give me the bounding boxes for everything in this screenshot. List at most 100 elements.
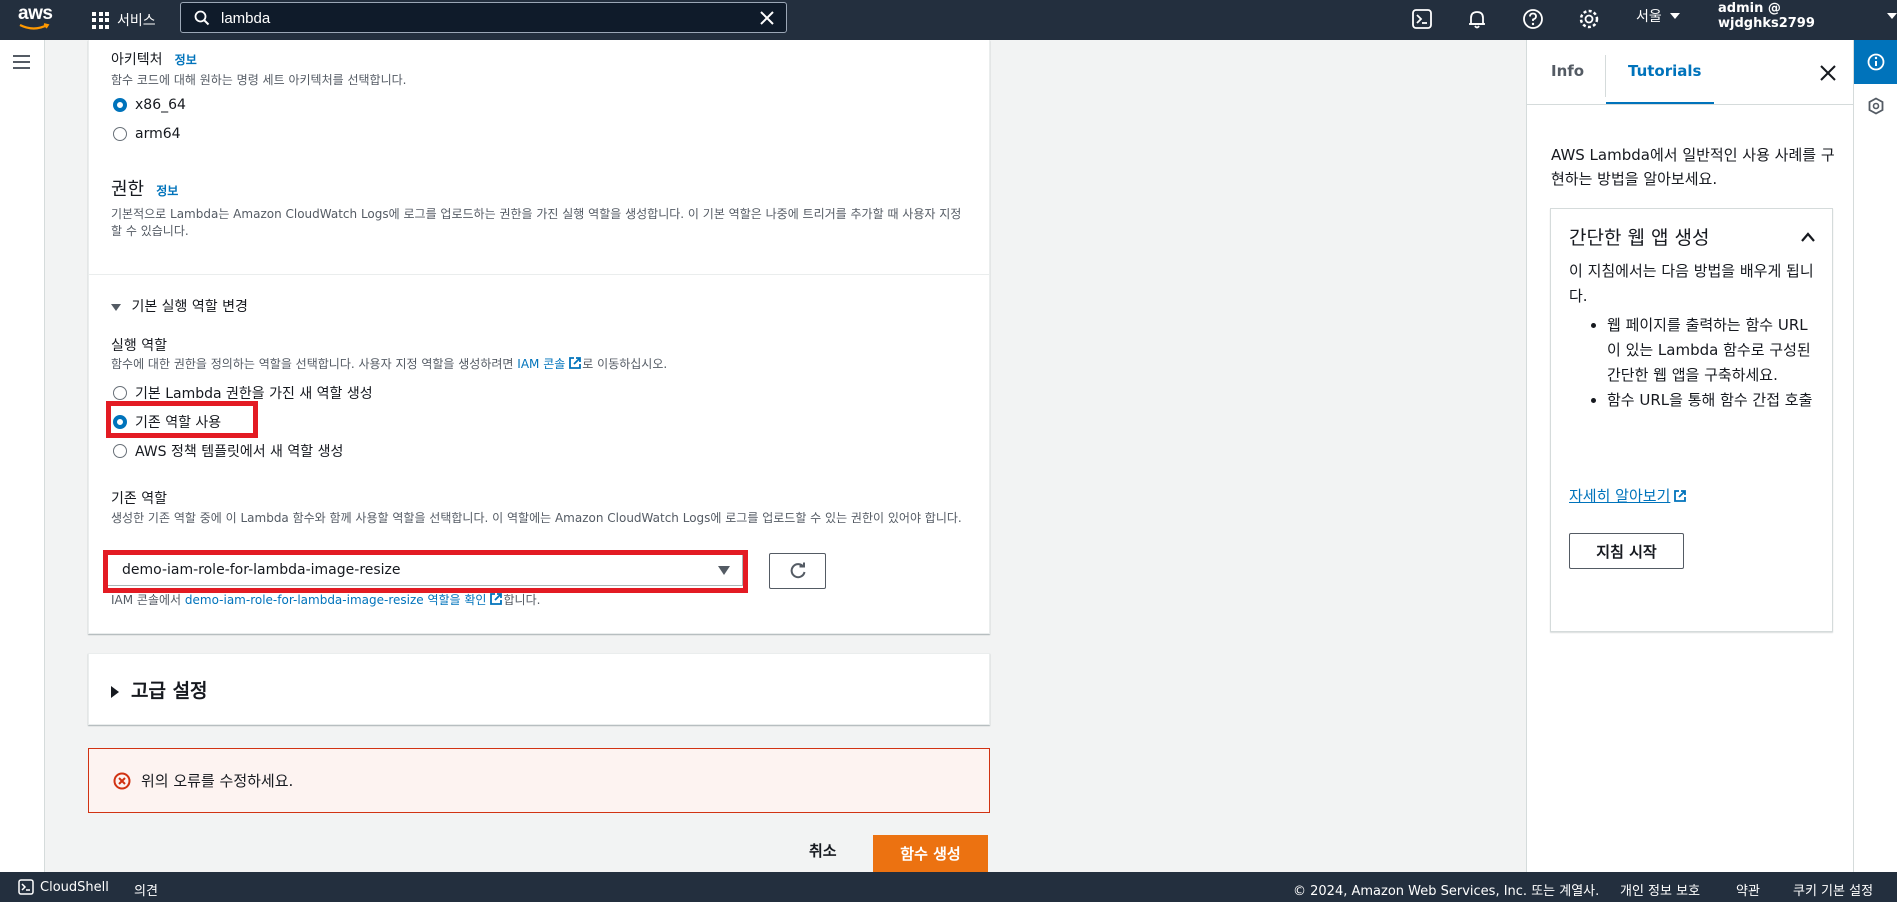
radio-button[interactable]	[113, 444, 127, 458]
search-input[interactable]	[221, 6, 741, 30]
existing-role-hint: IAM 콘솔에서 demo-iam-role-for-lambda-image-…	[111, 592, 540, 609]
architecture-label: 아키텍처	[111, 52, 163, 68]
close-icon[interactable]	[1819, 64, 1837, 82]
help-icon[interactable]	[1522, 8, 1544, 30]
bell-icon[interactable]	[1466, 8, 1488, 30]
architecture-desc: 함수 코드에 대해 원하는 명령 세트 아키텍처를 선택합니다.	[111, 73, 407, 87]
tutorial-bullets: 웹 페이지를 출력하는 함수 URL이 있는 Lambda 함수로 구성된 간단…	[1607, 313, 1819, 413]
caret-right-icon	[111, 685, 119, 698]
search-icon	[194, 10, 210, 26]
caret-down-icon	[111, 303, 121, 311]
create-function-button[interactable]: 함수 생성	[873, 835, 988, 872]
radio-new-role[interactable]: 기본 Lambda 권한을 가진 새 역할 생성	[113, 383, 373, 403]
hint-text: IAM 콘솔에서	[111, 593, 185, 607]
permissions-title: 권한	[111, 179, 145, 200]
radio-x86_64[interactable]: x86_64	[113, 97, 186, 113]
tutorial-body-text: 이 지침에서는 다음 방법을 배우게 됩니다.	[1569, 262, 1814, 305]
cookie-preferences-link[interactable]: 쿠키 기본 설정	[1793, 880, 1873, 899]
radio-button[interactable]	[113, 386, 127, 400]
radio-label: x86_64	[135, 97, 186, 113]
permissions-info-link[interactable]: 정보	[156, 184, 178, 198]
divider	[1527, 104, 1854, 105]
learn-more-link[interactable]: 자세히 알아보기	[1569, 485, 1687, 506]
info-icon	[1867, 53, 1885, 71]
account-label: admin @ wjdghks2799	[1718, 1, 1815, 31]
chevron-up-icon[interactable]	[1800, 231, 1816, 243]
iam-console-link[interactable]: IAM 콘솔	[517, 357, 565, 371]
error-message: 위의 오류를 수정하세요.	[141, 772, 294, 790]
refresh-button[interactable]	[769, 553, 826, 589]
tutorial-title: 간단한 웹 앱 생성	[1569, 227, 1710, 249]
highlight-box	[103, 550, 748, 593]
hint-suffix: 합니다.	[503, 593, 541, 607]
tutorials-icon[interactable]	[1867, 97, 1885, 115]
chevron-down-icon	[1669, 13, 1680, 19]
learn-more-label: 자세히 알아보기	[1569, 487, 1671, 505]
copyright-text: © 2024, Amazon Web Services, Inc. 또는 계열사…	[1293, 884, 1600, 899]
cloudshell-icon[interactable]	[1411, 8, 1433, 30]
terms-link[interactable]: 약관	[1736, 880, 1760, 899]
external-link-icon	[1674, 490, 1687, 502]
services-label: 서비스	[117, 13, 156, 29]
list-item: 함수 URL을 통해 함수 간접 호출	[1607, 388, 1819, 413]
region-label: 서울	[1636, 9, 1662, 25]
architecture-header: 아키텍처 정보	[111, 49, 197, 69]
error-alert: 위의 오류를 수정하세요.	[88, 748, 990, 813]
divider	[89, 274, 989, 275]
role-expander[interactable]: 기본 실행 역할 변경	[111, 296, 248, 316]
advanced-settings-header[interactable]: 고급 설정	[111, 676, 208, 703]
help-panel: Info Tutorials AWS Lambda에서 일반적인 사용 사례를 …	[1526, 40, 1854, 872]
radio-label: AWS 정책 템플릿에서 새 역할 생성	[135, 444, 344, 460]
cloudshell-footer-button[interactable]: CloudShell	[18, 879, 109, 895]
footer: CloudShell 의견 © 2024, Amazon Web Service…	[0, 872, 1897, 902]
refresh-icon	[790, 562, 805, 579]
exec-role-desc-text: 함수에 대한 권한을 정의하는 역할을 선택합니다. 사용자 지정 역할을 생성…	[111, 357, 518, 371]
exec-role-desc-suffix: 로 이동하십시오.	[582, 357, 668, 371]
search-box[interactable]	[180, 2, 787, 33]
services-menu[interactable]: 서비스	[92, 0, 156, 40]
feedback-link[interactable]: 의견	[134, 880, 158, 899]
radio-button[interactable]	[113, 127, 127, 141]
tools-rail	[1853, 40, 1897, 872]
region-selector[interactable]: 서울	[1636, 0, 1680, 32]
highlight-box	[106, 401, 258, 438]
radio-policy-template[interactable]: AWS 정책 템플릿에서 새 역할 생성	[113, 441, 343, 461]
cloudshell-icon	[18, 879, 34, 895]
aws-logo-text: aws	[18, 3, 53, 24]
top-navigation: aws 서비스 서울 admin @ wjdghks2799	[0, 0, 1897, 40]
left-rail	[0, 40, 45, 872]
info-panel-toggle[interactable]	[1854, 40, 1897, 84]
view-role-link[interactable]: demo-iam-role-for-lambda-image-resize 역할…	[185, 593, 487, 607]
function-settings-card: 아키텍처 정보 함수 코드에 대해 원하는 명령 세트 아키텍처를 선택합니다.…	[88, 40, 990, 634]
radio-button[interactable]	[113, 98, 127, 112]
existing-role-desc: 생성한 기존 역할 중에 이 Lambda 함수와 함께 사용할 역할을 선택합…	[111, 511, 962, 525]
external-link-icon	[569, 357, 582, 369]
list-item: 웹 페이지를 출력하는 함수 URL이 있는 Lambda 함수로 구성된 간단…	[1607, 313, 1819, 388]
architecture-info-link[interactable]: 정보	[175, 53, 197, 67]
external-link-icon	[490, 593, 503, 605]
help-intro: AWS Lambda에서 일반적인 사용 사례를 구현하는 방법을 알아보세요.	[1551, 146, 1835, 188]
aws-logo[interactable]: aws	[18, 3, 56, 33]
permissions-header: 권한 정보	[111, 175, 178, 201]
aws-smile-icon	[19, 23, 50, 30]
privacy-link[interactable]: 개인 정보 보호	[1620, 880, 1700, 899]
tab-tutorials[interactable]: Tutorials	[1628, 62, 1701, 80]
account-menu[interactable]: admin @ wjdghks2799	[1718, 0, 1897, 32]
close-icon[interactable]	[758, 9, 776, 27]
exec-role-label: 실행 역할	[111, 338, 167, 354]
permissions-desc: 기본적으로 Lambda는 Amazon CloudWatch Logs에 로그…	[111, 207, 962, 238]
exec-role-desc: 함수에 대한 권한을 정의하는 역할을 선택합니다. 사용자 지정 역할을 생성…	[111, 356, 667, 373]
radio-label: 기본 Lambda 권한을 가진 새 역할 생성	[135, 386, 373, 402]
tab-info[interactable]: Info	[1551, 62, 1584, 80]
existing-role-label: 기존 역할	[111, 491, 167, 507]
gear-icon[interactable]	[1578, 8, 1600, 30]
advanced-settings-card[interactable]: 고급 설정	[88, 653, 990, 725]
cancel-button[interactable]: 취소	[809, 840, 837, 861]
tutorial-card: 간단한 웹 앱 생성 이 지침에서는 다음 방법을 배우게 됩니다. 웹 페이지…	[1550, 208, 1833, 632]
radio-arm64[interactable]: arm64	[113, 126, 181, 142]
advanced-settings-label: 고급 설정	[131, 680, 208, 702]
menu-icon[interactable]	[13, 55, 30, 69]
tab-separator	[1605, 55, 1606, 97]
start-tutorial-button[interactable]: 지침 시작	[1569, 533, 1684, 569]
chevron-down-icon	[1887, 13, 1897, 19]
